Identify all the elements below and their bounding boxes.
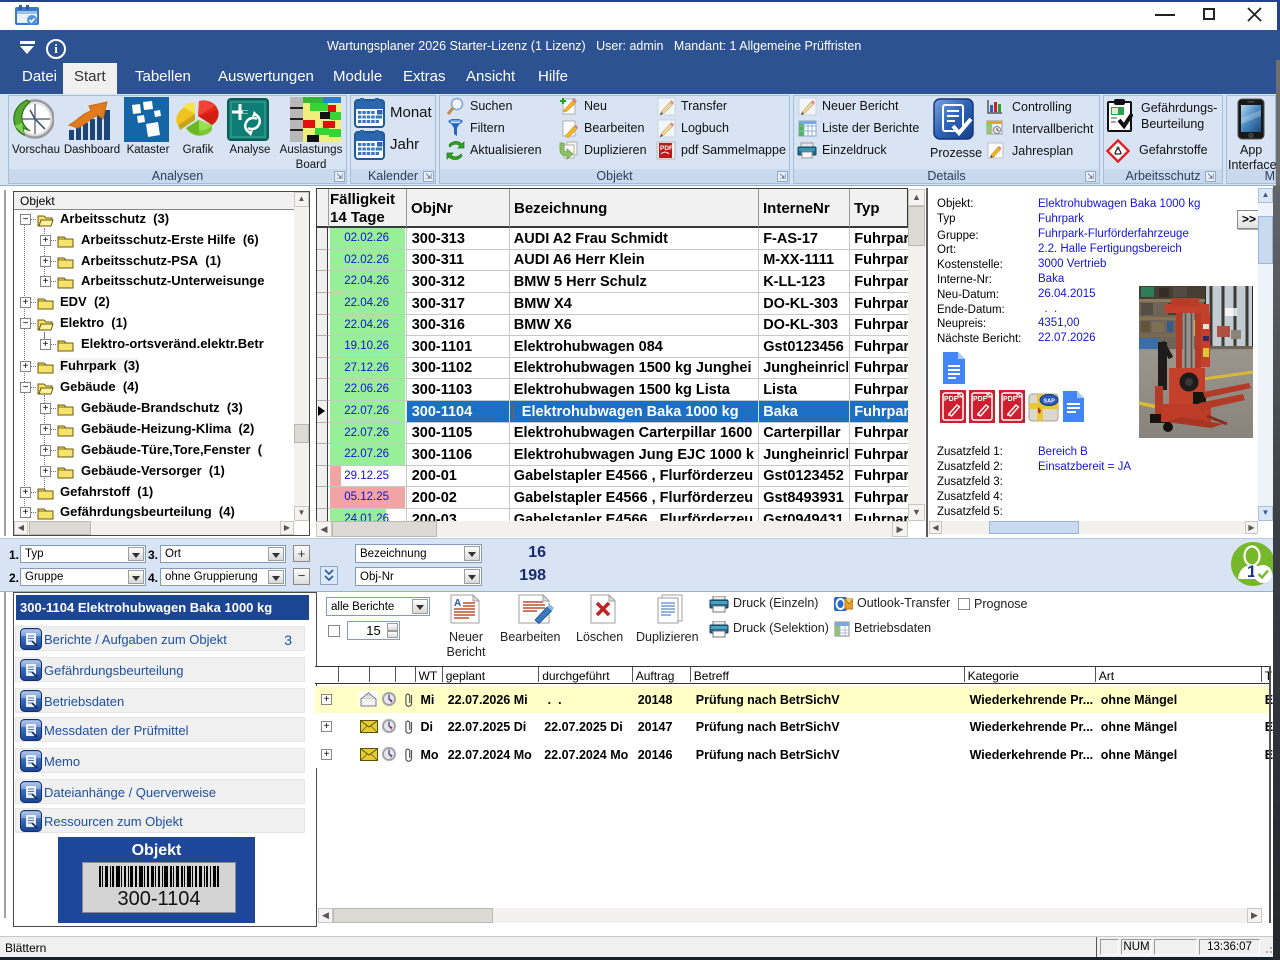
svg-text:PDF: PDF [944,396,959,403]
svg-text:SAP: SAP [1044,399,1056,405]
svg-text:A: A [454,598,461,609]
svg-text:PDF: PDF [1003,396,1018,403]
svg-text:PDF: PDF [660,145,673,152]
svg-text:PDF: PDF [973,396,988,403]
